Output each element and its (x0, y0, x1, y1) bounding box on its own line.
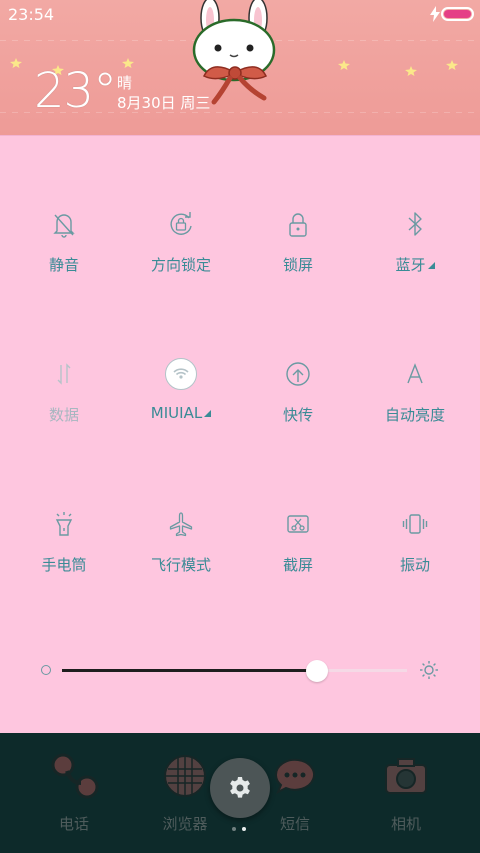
more-indicator (204, 410, 212, 417)
brightness-slider-thumb[interactable] (306, 660, 328, 682)
more-indicator (427, 262, 435, 269)
settings-button[interactable] (210, 758, 270, 818)
star-decoration (446, 60, 458, 70)
tile-screenshot[interactable]: 截屏 (238, 504, 358, 575)
app-label: 短信 (279, 815, 310, 833)
tile-label: 锁屏 (282, 256, 313, 274)
rotation-lock-icon (170, 212, 192, 235)
charging-bolt-icon (430, 6, 440, 22)
brightness-slider[interactable] (62, 669, 407, 672)
status-time: 23:54 (8, 5, 55, 24)
app-label: 相机 (390, 815, 421, 833)
page-indicator (232, 827, 252, 833)
brightness-low-icon (41, 665, 51, 675)
phone-icon (51, 753, 99, 799)
wifi-icon (173, 368, 189, 379)
auto-brightness-icon (407, 363, 423, 384)
gear-icon (230, 777, 250, 798)
star-decoration (338, 60, 350, 70)
tile-label: 手电筒 (41, 556, 87, 574)
bluetooth-icon (408, 212, 422, 236)
flashlight-icon (55, 512, 73, 536)
app-camera[interactable]: 相机 (366, 751, 446, 834)
tile-rotation-lock[interactable]: 方向锁定 (121, 204, 241, 275)
tile-label: 蓝牙 (355, 254, 475, 275)
date: 8月30日 周三 (117, 94, 211, 112)
mobile-data-icon (57, 363, 71, 385)
tile-auto-brightness[interactable]: 自动亮度 (355, 354, 475, 425)
app-label: 浏览器 (162, 815, 208, 833)
tile-label: 数据 (48, 406, 79, 424)
weather-condition: 晴 (117, 74, 133, 92)
browser-icon (164, 755, 206, 797)
tile-label: 快传 (282, 406, 313, 424)
tile-vibrate[interactable]: 振动 (355, 504, 475, 575)
tile-label: 截屏 (282, 556, 313, 574)
app-dock: 电话 浏览器 短信 相机 (0, 733, 480, 853)
airplane-icon (169, 512, 193, 537)
vibrate-icon (402, 514, 428, 534)
star-decoration (405, 66, 417, 76)
tile-lock-screen[interactable]: 锁屏 (238, 204, 358, 275)
tile-mobile-data[interactable]: 数据 (4, 354, 124, 425)
tile-bluetooth[interactable]: 蓝牙 (355, 204, 475, 275)
brightness-high-icon (420, 661, 438, 679)
tile-airplane-mode[interactable]: 飞行模式 (121, 504, 241, 575)
app-phone[interactable]: 电话 (34, 751, 114, 834)
wifi-toggle (161, 354, 201, 394)
screenshot-icon (287, 515, 309, 533)
quick-transfer-icon (286, 362, 310, 386)
tile-label: MIUIAL (121, 404, 241, 422)
tile-label: 振动 (399, 556, 430, 574)
tile-quick-transfer[interactable]: 快传 (238, 354, 358, 425)
temperature: 23° (34, 63, 117, 119)
brightness-slider-fill (62, 669, 317, 672)
tile-label: 自动亮度 (384, 406, 445, 424)
tile-silent[interactable]: 静音 (4, 204, 124, 275)
tile-label: 飞行模式 (150, 556, 211, 574)
page-dot (232, 827, 236, 831)
app-label: 电话 (58, 815, 89, 833)
lock-icon (289, 213, 307, 237)
battery-icon (441, 7, 474, 21)
messages-icon (274, 758, 315, 795)
star-decoration (122, 58, 134, 68)
wallpaper-header: 23:54 23° 晴 8月30日 周三 (0, 0, 480, 135)
page-dot-active (242, 827, 246, 831)
tile-wifi[interactable]: MIUIAL (121, 354, 241, 422)
camera-icon (385, 758, 427, 794)
star-decoration (10, 58, 22, 68)
tile-flashlight[interactable]: 手电筒 (4, 504, 124, 575)
tile-label: 静音 (48, 256, 79, 274)
quick-settings-panel: 静音 方向锁定 锁屏 蓝牙 数据 MIUIAL 快传 自动亮度 手电筒 飞行模式… (0, 135, 480, 733)
silent-bell-icon (53, 214, 75, 238)
tile-label: 方向锁定 (150, 256, 211, 274)
